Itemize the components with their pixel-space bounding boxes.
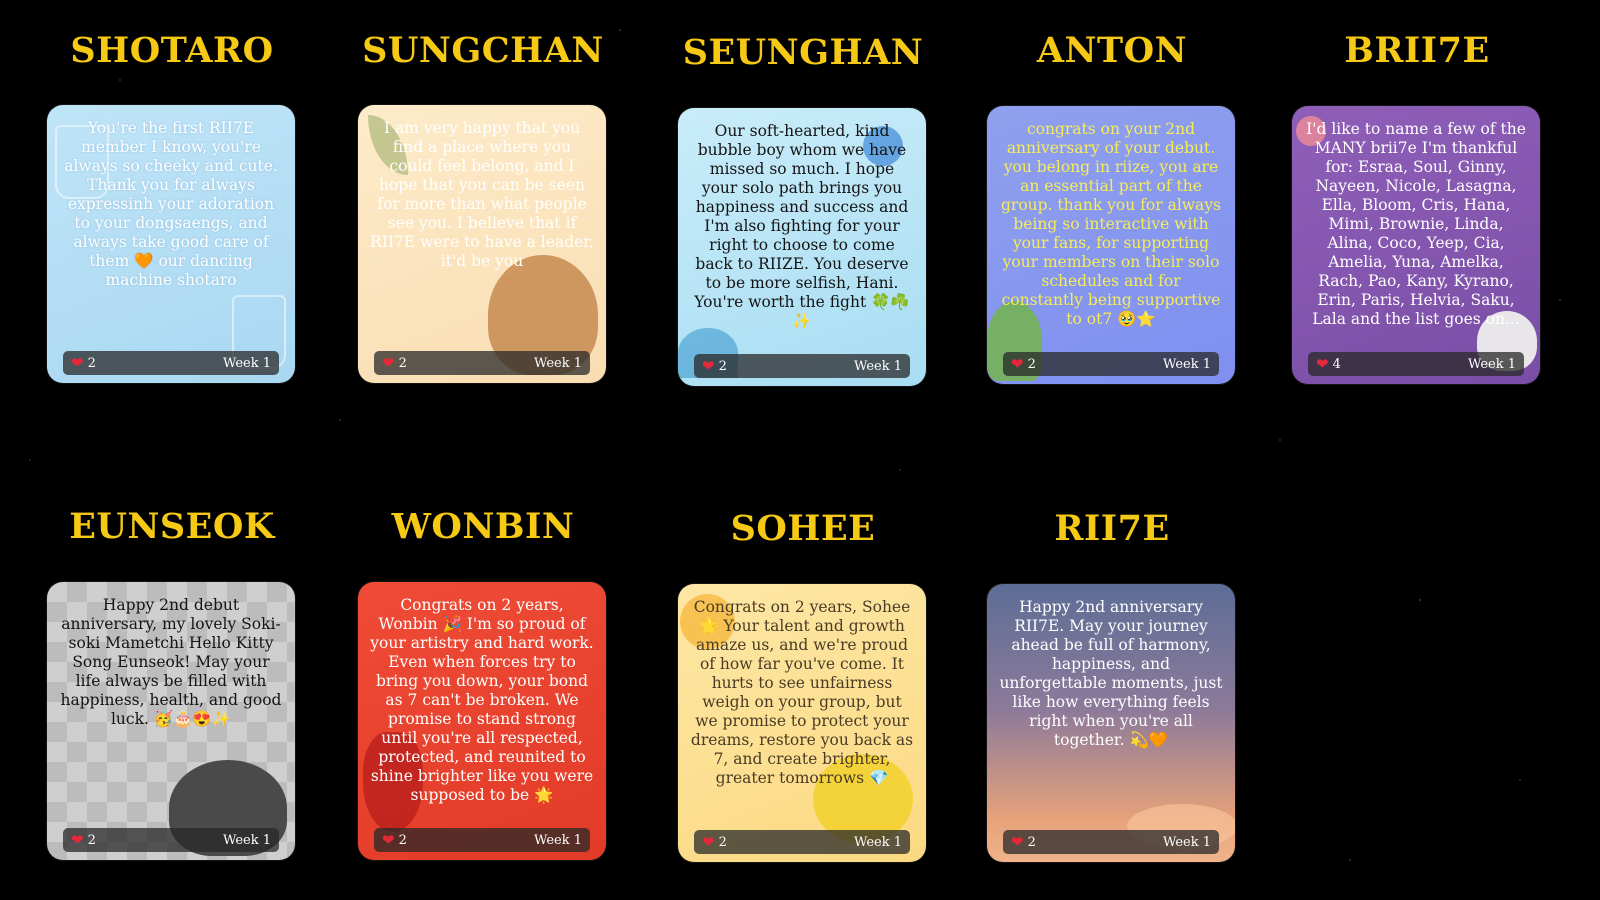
card-message: I'd like to name a few of the MANY brii7… bbox=[1306, 120, 1526, 328]
message-card[interactable]: Happy 2nd anniversary RII7E. May your jo… bbox=[987, 584, 1235, 862]
message-card[interactable]: Happy 2nd debut anniversary, my lovely S… bbox=[47, 582, 295, 860]
like-count: 2 bbox=[1027, 834, 1036, 850]
card-message: Our soft-hearted, kind bubble boy whom w… bbox=[694, 122, 910, 330]
like-count: 2 bbox=[87, 832, 96, 848]
member-name: ANTON bbox=[1036, 30, 1188, 71]
card-footer: ❤ 2 Week 1 bbox=[1003, 352, 1219, 376]
member-name: SUNGCHAN bbox=[362, 30, 604, 71]
week-label: Week 1 bbox=[534, 832, 582, 848]
card-footer: ❤ 4 Week 1 bbox=[1308, 352, 1524, 376]
like-count: 2 bbox=[398, 355, 407, 371]
message-card[interactable]: Our soft-hearted, kind bubble boy whom w… bbox=[678, 108, 926, 386]
heart-icon[interactable]: ❤ bbox=[71, 831, 84, 849]
card-message: I am very happy that you find a place wh… bbox=[370, 119, 594, 270]
member-name: BRII7E bbox=[1344, 30, 1490, 71]
week-label: Week 1 bbox=[854, 834, 902, 850]
message-card[interactable]: You're the first RII7E member I know, yo… bbox=[47, 105, 295, 383]
member-name: EUNSEOK bbox=[69, 506, 275, 547]
heart-icon[interactable]: ❤ bbox=[1316, 355, 1329, 373]
card-footer: ❤ 2 Week 1 bbox=[63, 828, 279, 852]
heart-icon[interactable]: ❤ bbox=[71, 354, 84, 372]
week-label: Week 1 bbox=[854, 358, 902, 374]
member-name: WONBIN bbox=[391, 506, 575, 547]
member-name: RII7E bbox=[1054, 508, 1170, 549]
week-label: Week 1 bbox=[1468, 356, 1516, 372]
message-card[interactable]: I am very happy that you find a place wh… bbox=[358, 105, 606, 383]
card-footer: ❤ 2 Week 1 bbox=[1003, 830, 1219, 854]
like-count: 2 bbox=[398, 832, 407, 848]
message-card[interactable]: Congrats on 2 years, Wonbin 🎉 I'm so pro… bbox=[358, 582, 606, 860]
card-message: Congrats on 2 years, Sohee 🌟 Your talent… bbox=[690, 598, 914, 787]
like-count: 2 bbox=[87, 355, 96, 371]
heart-icon[interactable]: ❤ bbox=[702, 833, 715, 851]
heart-icon[interactable]: ❤ bbox=[1011, 833, 1024, 851]
card-footer: ❤ 2 Week 1 bbox=[694, 830, 910, 854]
heart-icon[interactable]: ❤ bbox=[702, 357, 715, 375]
member-name: SHOTARO bbox=[70, 30, 274, 71]
card-message: You're the first RII7E member I know, yo… bbox=[64, 119, 278, 289]
week-label: Week 1 bbox=[223, 355, 271, 371]
week-label: Week 1 bbox=[1163, 356, 1211, 372]
message-card[interactable]: congrats on your 2nd anniversary of your… bbox=[987, 106, 1235, 384]
message-card[interactable]: I'd like to name a few of the MANY brii7… bbox=[1292, 106, 1540, 384]
like-count: 2 bbox=[718, 834, 727, 850]
card-message: Happy 2nd debut anniversary, my lovely S… bbox=[60, 596, 282, 728]
member-name: SEUNGHAN bbox=[682, 32, 924, 73]
week-label: Week 1 bbox=[223, 832, 271, 848]
week-label: Week 1 bbox=[534, 355, 582, 371]
like-count: 4 bbox=[1332, 356, 1341, 372]
card-message: Happy 2nd anniversary RII7E. May your jo… bbox=[999, 598, 1223, 749]
card-footer: ❤ 2 Week 1 bbox=[694, 354, 910, 378]
card-message: Congrats on 2 years, Wonbin 🎉 I'm so pro… bbox=[370, 596, 594, 804]
member-name: SOHEE bbox=[730, 508, 876, 549]
card-footer: ❤ 2 Week 1 bbox=[374, 351, 590, 375]
like-count: 2 bbox=[1027, 356, 1036, 372]
heart-icon[interactable]: ❤ bbox=[382, 831, 395, 849]
card-footer: ❤ 2 Week 1 bbox=[63, 351, 279, 375]
card-message: congrats on your 2nd anniversary of your… bbox=[1001, 120, 1221, 328]
card-footer: ❤ 2 Week 1 bbox=[374, 828, 590, 852]
heart-icon[interactable]: ❤ bbox=[1011, 355, 1024, 373]
message-card[interactable]: Congrats on 2 years, Sohee 🌟 Your talent… bbox=[678, 584, 926, 862]
heart-icon[interactable]: ❤ bbox=[382, 354, 395, 372]
like-count: 2 bbox=[718, 358, 727, 374]
week-label: Week 1 bbox=[1163, 834, 1211, 850]
